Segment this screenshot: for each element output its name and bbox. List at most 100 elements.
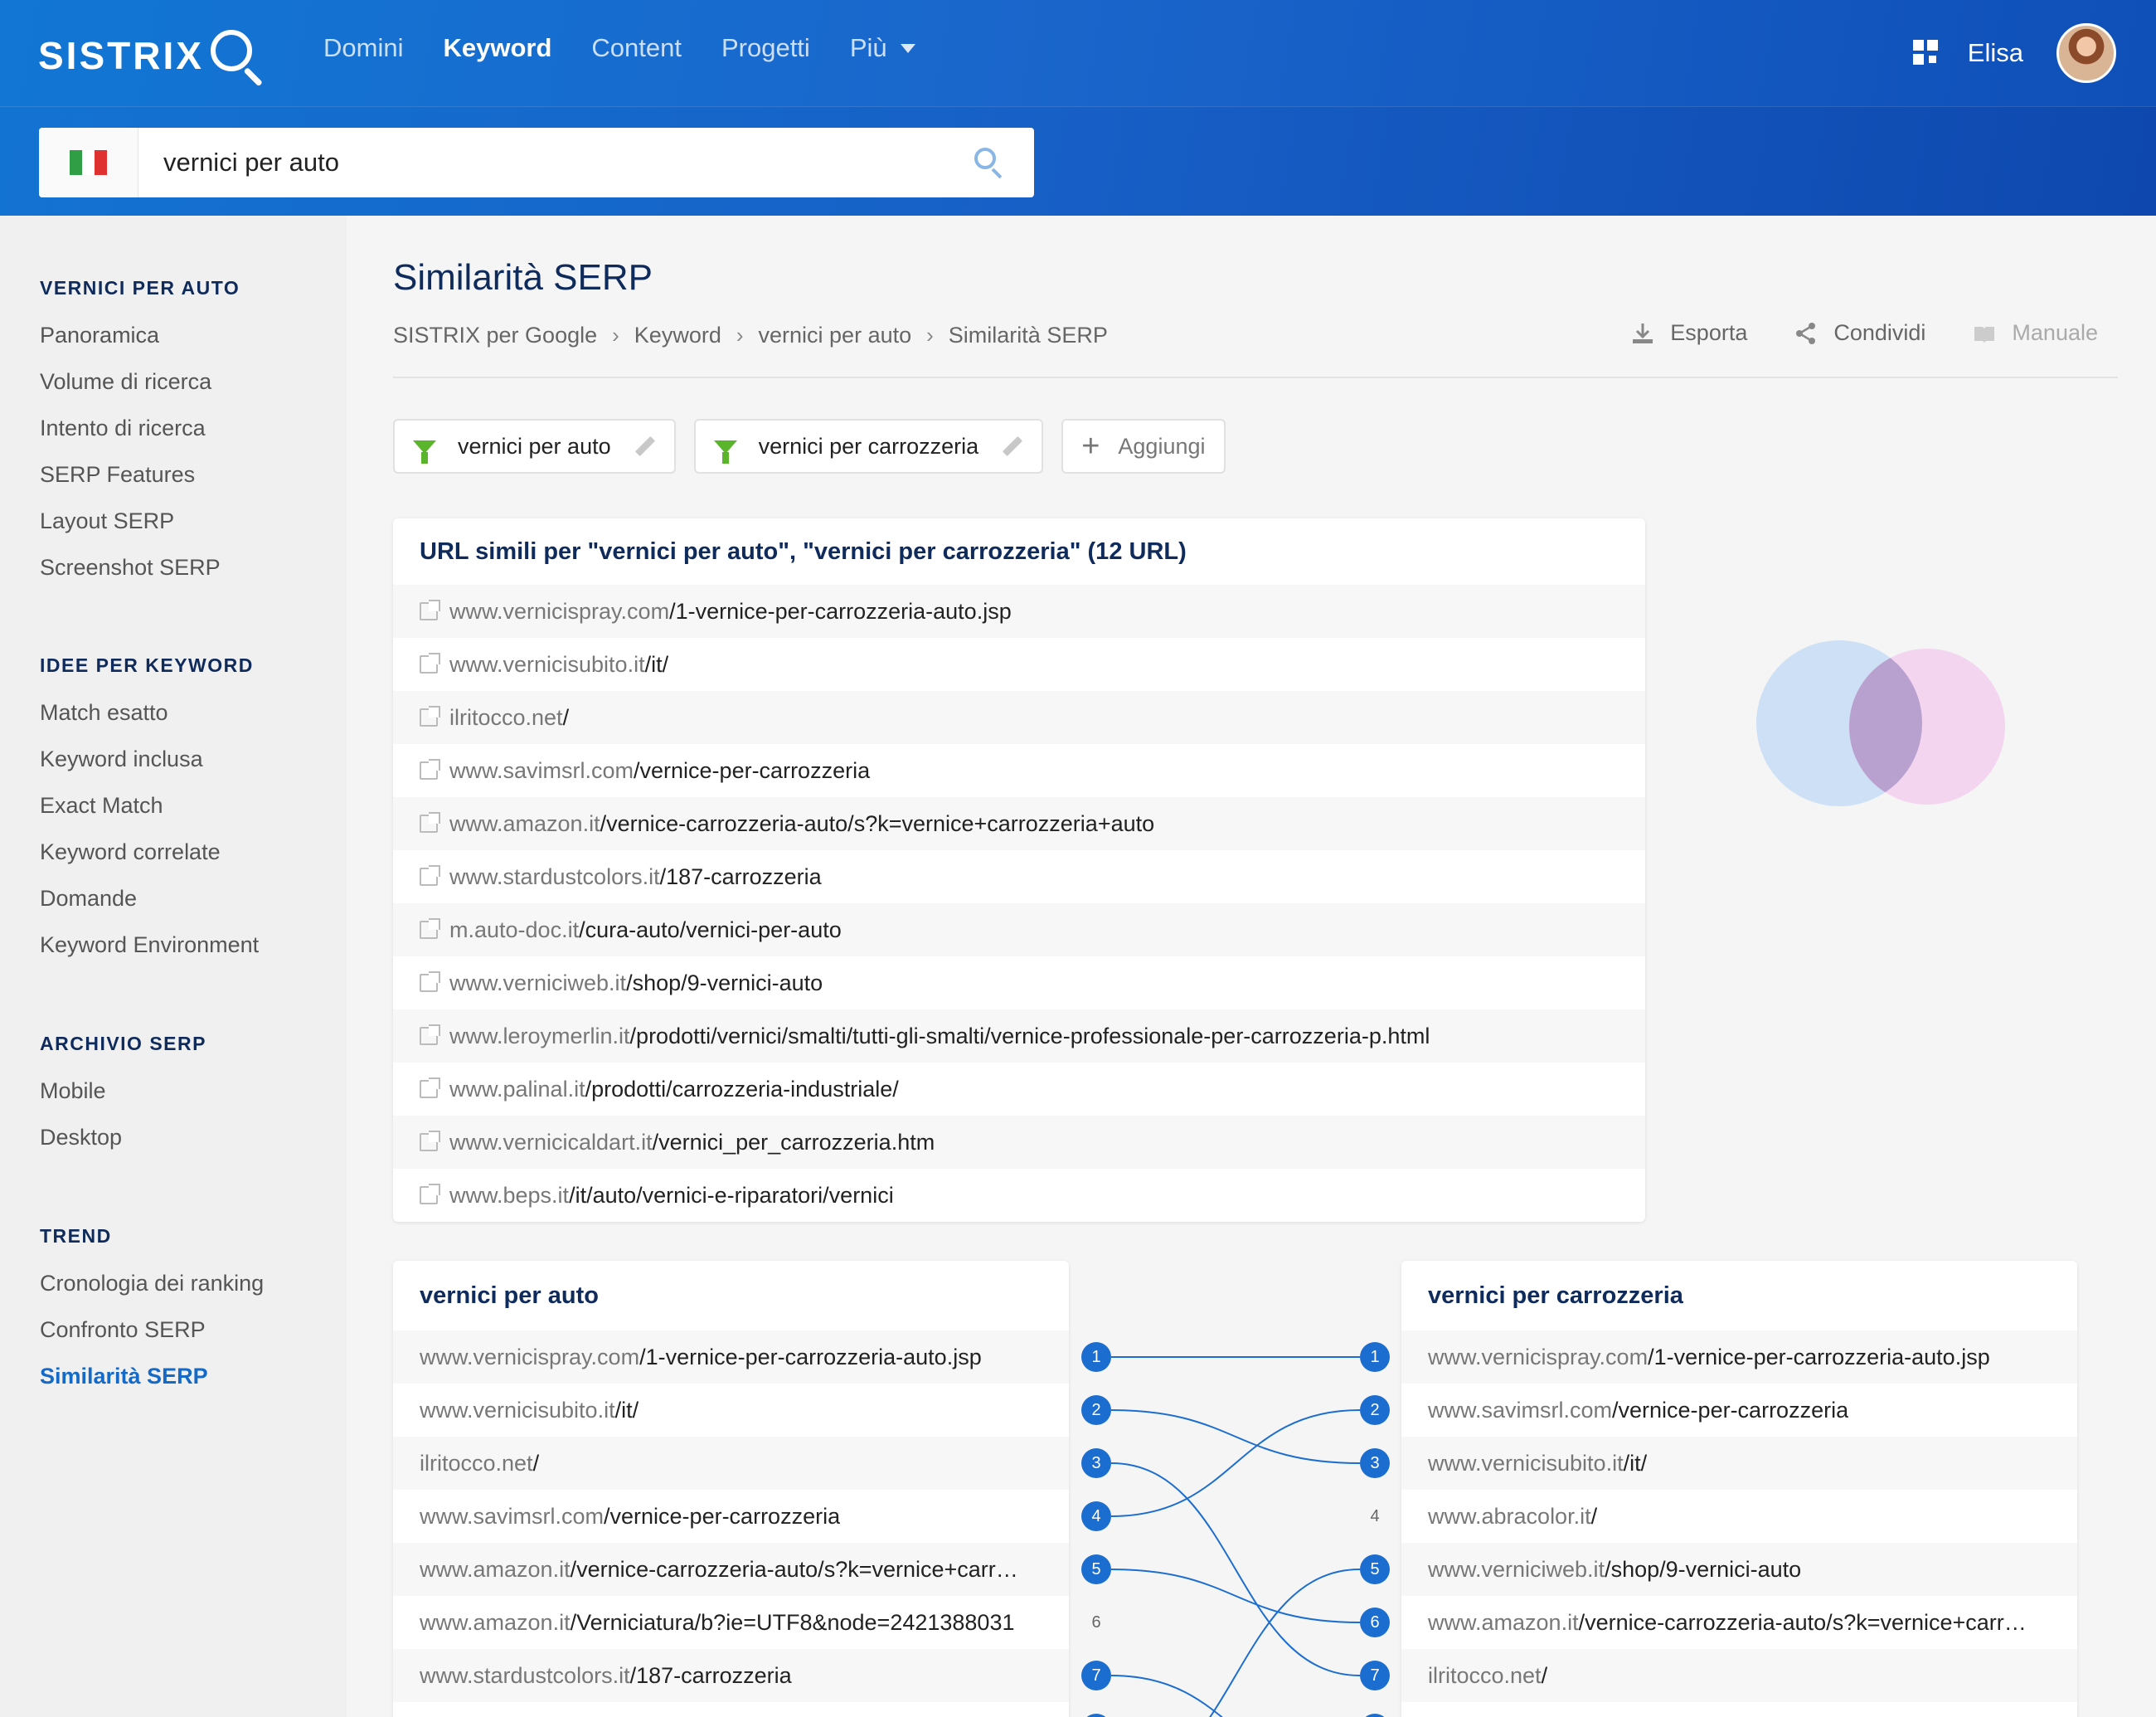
left-rank-badge: 6	[1091, 1612, 1101, 1632]
url-row[interactable]: www.palinal.it/prodotti/carrozzeria-indu…	[393, 1063, 1645, 1116]
ranking-connection-lines	[1110, 1356, 1361, 1717]
sidebar-item-keyword-correlate[interactable]: Keyword correlate	[40, 829, 259, 875]
url-row[interactable]: www.leroymerlin.it/prodotti/vernici/smal…	[393, 1009, 1645, 1063]
breadcrumb-vernici-per-auto[interactable]: vernici per auto	[759, 323, 912, 348]
serp-result-row[interactable]: www.amazon.it/vernice-carrozzeria-auto/s…	[1401, 1596, 2077, 1649]
serp-result-row[interactable]: www.vernicispray.com/1-vernice-per-carro…	[393, 1330, 1069, 1384]
sidebar-item-exact-match[interactable]: Exact Match	[40, 782, 259, 829]
url-path: /	[1541, 1662, 1548, 1688]
sidebar-item-intento-di-ricerca[interactable]: Intento di ricerca	[40, 405, 240, 451]
download-icon	[1633, 323, 1653, 343]
url-row[interactable]: www.amazon.it/vernice-carrozzeria-auto/s…	[393, 797, 1645, 850]
edit-pencil-icon[interactable]	[634, 435, 655, 457]
sidebar-item-keyword-environment[interactable]: Keyword Environment	[40, 922, 259, 968]
breadcrumb-sistrix-per-google[interactable]: SISTRIX per Google	[393, 323, 597, 348]
grid-icon[interactable]	[1912, 40, 1940, 66]
external-link-icon[interactable]	[420, 759, 440, 780]
breadcrumb-separator-icon: ›	[736, 323, 744, 348]
serp-result-row[interactable]: www.savimsrl.com/vernice-per-carrozzeria	[1401, 1384, 2077, 1437]
sidebar-item-confronto-serp[interactable]: Confronto SERP	[40, 1306, 264, 1353]
nav-domini[interactable]: Domini	[323, 33, 403, 63]
sidebar-item-serp-features[interactable]: SERP Features	[40, 451, 240, 498]
right-rank-badge: 3	[1360, 1448, 1390, 1478]
sidebar-item-panoramica[interactable]: Panoramica	[40, 312, 240, 358]
url-path: /vernice-carrozzeria-auto/s?k=vernice+ca…	[600, 810, 1155, 836]
country-selector[interactable]	[39, 128, 138, 197]
filter-chip-vernici-per-carrozzeria[interactable]: vernici per carrozzeria	[693, 419, 1044, 474]
serp-result-row[interactable]: www.vernicispray.com/1-vernice-per-carro…	[1401, 1330, 2077, 1384]
chevron-down-icon	[900, 43, 915, 53]
url-row[interactable]: www.vernicisubito.it/it/	[393, 638, 1645, 691]
url-row[interactable]: www.beps.it/it/auto/vernici-e-riparatori…	[393, 1169, 1645, 1222]
search-icon[interactable]	[943, 128, 1034, 197]
serp-result-row[interactable]: www.vernicisubito.it/it/	[1401, 1437, 2077, 1490]
serp-result-row[interactable]: ilritocco.net/	[393, 1437, 1069, 1490]
sidebar-item-screenshot-serp[interactable]: Screenshot SERP	[40, 544, 240, 591]
sidebar-item-layout-serp[interactable]: Layout SERP	[40, 498, 240, 544]
serp-result-row[interactable]: www.vernicisubito.it/it/	[393, 1384, 1069, 1437]
serp-result-row[interactable]: www.savimsrl.com/vernice-per-carrozzeria	[393, 1490, 1069, 1543]
external-link-icon[interactable]	[420, 1024, 440, 1045]
sistrix-logo[interactable]: SISTRIX	[38, 27, 264, 87]
url-row[interactable]: m.auto-doc.it/cura-auto/vernici-per-auto	[393, 903, 1645, 956]
left-rank-badge: 4	[1081, 1501, 1111, 1531]
serp-result-row[interactable]: www.amazon.it/Verniciatura/b?ie=UTF8&nod…	[393, 1596, 1069, 1649]
serp-result-row[interactable]: ilritocco.net/	[1401, 1649, 2077, 1702]
external-link-icon[interactable]	[420, 1184, 440, 1204]
edit-pencil-icon[interactable]	[1003, 435, 1023, 457]
top-navigation-bar: SISTRIX Domini Keyword Content Progetti …	[0, 0, 2156, 106]
url-domain: ilritocco.net	[1428, 1662, 1542, 1688]
manual-label: Manuale	[2012, 320, 2098, 345]
nav-content[interactable]: Content	[591, 33, 682, 63]
url-path: /1-vernice-per-carrozzeria-auto.jsp	[1648, 1344, 1990, 1369]
left-rank-badge: 7	[1081, 1661, 1111, 1690]
left-rank-badge: 1	[1081, 1342, 1111, 1372]
nav-progetti[interactable]: Progetti	[721, 33, 810, 63]
url-row[interactable]: www.verniciweb.it/shop/9-vernici-auto	[393, 956, 1645, 1009]
external-link-icon[interactable]	[420, 1077, 440, 1098]
sidebar-item-keyword-inclusa[interactable]: Keyword inclusa	[40, 736, 259, 782]
url-domain: www.vernicisubito.it	[1428, 1450, 1624, 1476]
external-link-icon[interactable]	[420, 1131, 440, 1151]
external-link-icon[interactable]	[420, 971, 440, 992]
sidebar-item-mobile[interactable]: Mobile	[40, 1068, 206, 1114]
breadcrumb-keyword[interactable]: Keyword	[634, 323, 721, 348]
serp-result-row[interactable]: www.abracolor.it/	[1401, 1490, 2077, 1543]
left-rank-badge: 5	[1081, 1554, 1111, 1584]
sidebar-item-domande[interactable]: Domande	[40, 875, 259, 922]
page-actions: Esporta Condividi Manuale	[1630, 320, 2098, 346]
share-button[interactable]: Condividi	[1794, 320, 1925, 346]
url-row[interactable]: www.stardustcolors.it/187-carrozzeria	[393, 850, 1645, 903]
serp-left-list: www.vernicispray.com/1-vernice-per-carro…	[393, 1330, 1069, 1702]
sidebar-item-match-esatto[interactable]: Match esatto	[40, 689, 259, 736]
external-link-icon[interactable]	[420, 653, 440, 674]
serp-result-row[interactable]: www.amazon.it/vernice-carrozzeria-auto/s…	[393, 1543, 1069, 1596]
avatar[interactable]	[2056, 23, 2116, 83]
similar-urls-list: www.vernicispray.com/1-vernice-per-carro…	[393, 585, 1645, 1222]
sidebar-item-volume-di-ricerca[interactable]: Volume di ricerca	[40, 358, 240, 405]
url-row[interactable]: www.vernicispray.com/1-vernice-per-carro…	[393, 585, 1645, 638]
external-link-icon[interactable]	[420, 812, 440, 833]
external-link-icon[interactable]	[420, 865, 440, 886]
search-input[interactable]	[138, 128, 943, 197]
external-link-icon[interactable]	[420, 918, 440, 939]
sidebar-item-similarita-serp[interactable]: Similarità SERP	[40, 1353, 264, 1399]
nav-keyword[interactable]: Keyword	[443, 33, 551, 63]
serp-result-row[interactable]: www.verniciweb.it/shop/9-vernici-auto	[1401, 1543, 2077, 1596]
nav-piu[interactable]: Più	[850, 33, 915, 63]
sidebar-item-desktop[interactable]: Desktop	[40, 1114, 206, 1160]
sidebar-item-cronologia-dei-ranking[interactable]: Cronologia dei ranking	[40, 1260, 264, 1306]
export-button[interactable]: Esporta	[1630, 320, 1747, 346]
add-filter-button[interactable]: + Aggiungi	[1061, 419, 1226, 474]
url-path: /	[532, 1450, 540, 1476]
external-link-icon[interactable]	[420, 706, 440, 727]
filter-chip-vernici-per-auto[interactable]: vernici per auto	[393, 419, 676, 474]
url-row[interactable]: www.vernicicaldart.it/vernici_per_carroz…	[393, 1116, 1645, 1169]
user-name[interactable]: Elisa	[1968, 38, 2023, 68]
url-row[interactable]: ilritocco.net /	[393, 691, 1645, 744]
external-link-icon[interactable]	[420, 600, 440, 620]
serp-result-row[interactable]: www.stardustcolors.it/187-carrozzeria	[393, 1649, 1069, 1702]
url-row[interactable]: www.savimsrl.com/vernice-per-carrozzeria	[393, 744, 1645, 797]
sidebar: VERNICI PER AUTO Panoramica Volume di ri…	[0, 216, 347, 1717]
manual-button[interactable]: Manuale	[1972, 320, 2098, 346]
